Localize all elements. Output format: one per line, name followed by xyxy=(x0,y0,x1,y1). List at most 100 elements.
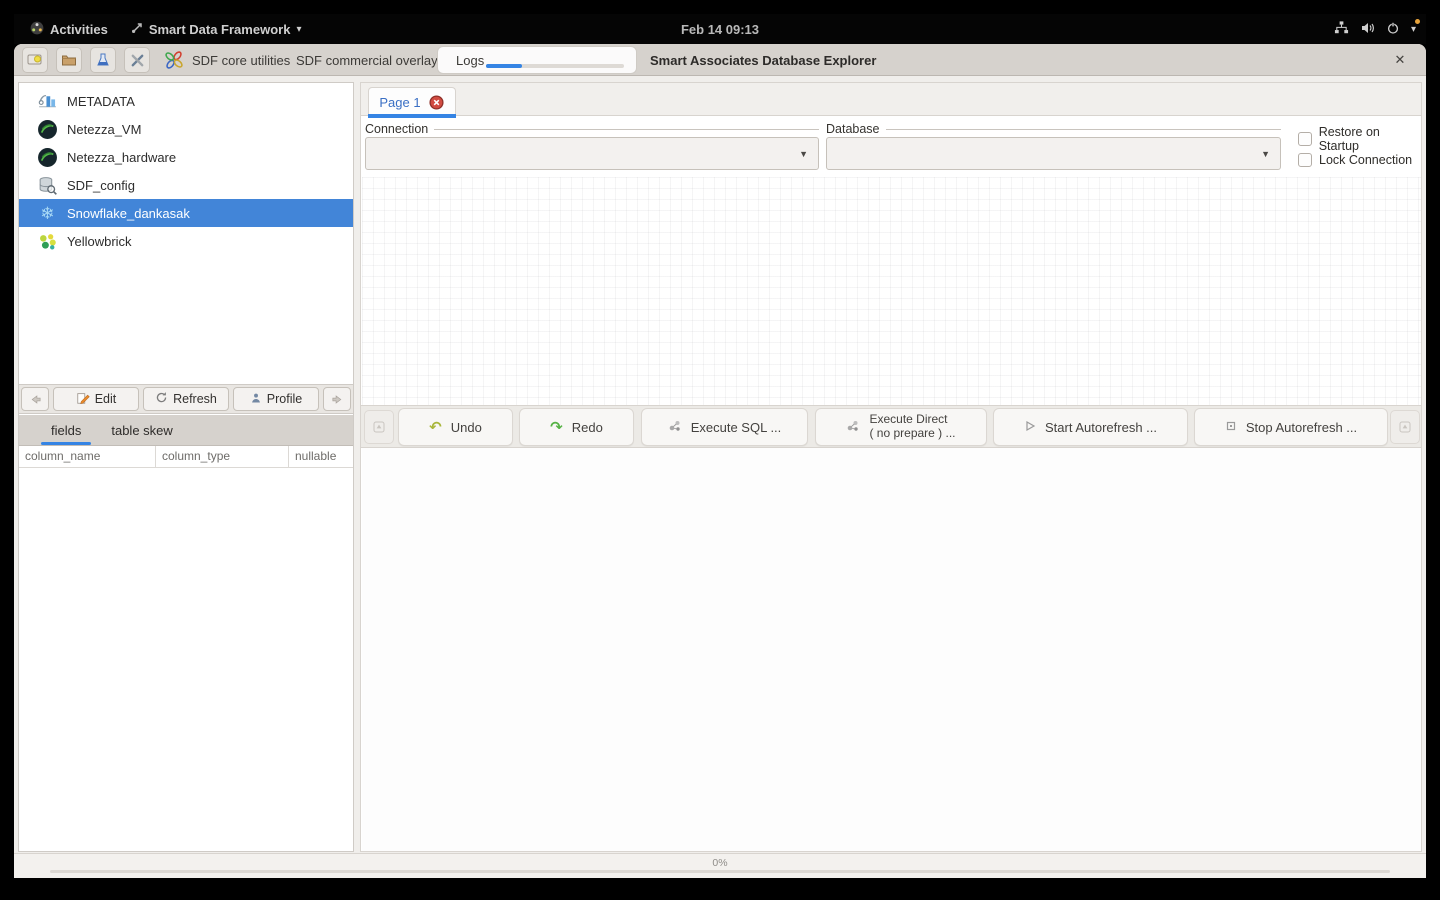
network-icon[interactable] xyxy=(1334,21,1349,37)
system-menu-caret-icon[interactable]: ▾ xyxy=(1411,24,1416,35)
execute-direct-button[interactable]: Execute Direct ( no prepare ) ... xyxy=(815,408,987,446)
redo-button[interactable]: ↷ Redo xyxy=(519,408,634,446)
database-select[interactable]: ▼ xyxy=(826,137,1281,170)
app-menu-label: Smart Data Framework xyxy=(148,21,291,37)
edit-button[interactable]: Edit xyxy=(53,387,139,411)
gnome-top-bar: Activities Smart Data Framework ▾ Feb 14… xyxy=(14,14,1426,44)
list-item-netezza-vm[interactable]: Netezza_VM xyxy=(19,115,353,143)
collapse-right-button[interactable] xyxy=(1390,410,1420,444)
query-grid-canvas[interactable] xyxy=(362,177,1421,405)
folder-icon[interactable] xyxy=(56,47,82,73)
tools-icon[interactable] xyxy=(124,47,150,73)
logs-button[interactable]: Logs xyxy=(437,46,637,74)
fields-table-header: column_name column_type nullable xyxy=(19,446,353,468)
menu-sdf-core-utilities[interactable]: SDF core utilities xyxy=(192,44,290,76)
window-title: Smart Associates Database Explorer xyxy=(650,52,877,68)
metadata-icon xyxy=(37,91,58,112)
connection-select[interactable]: ▼ xyxy=(365,137,819,170)
execute-icon xyxy=(846,419,860,436)
undo-button[interactable]: ↶ Undo xyxy=(398,408,513,446)
database-search-icon xyxy=(37,175,58,196)
start-autorefresh-label: Start Autorefresh ... xyxy=(1045,419,1157,435)
connections-panel: METADATA Netezza_VM Netezza_hardware SDF… xyxy=(18,82,354,852)
close-icon[interactable]: ✕ xyxy=(1388,44,1412,76)
profile-button[interactable]: Profile xyxy=(233,387,319,411)
screenshot-icon[interactable] xyxy=(22,47,48,73)
progress-percent-label: 0% xyxy=(712,857,728,869)
undo-icon: ↶ xyxy=(429,418,442,436)
action-button-strip: ↶ Undo ↷ Redo Execute SQL ... Execute Di… xyxy=(361,405,1421,448)
clock[interactable]: Feb 14 09:13 xyxy=(681,14,759,44)
query-panel: Page 1 Connection ▼ Database ▼ Restore o… xyxy=(360,82,1422,852)
play-icon xyxy=(1024,420,1036,435)
list-item-yellowbrick[interactable]: Yellowbrick xyxy=(19,227,353,255)
lock-connection-checkbox[interactable]: Lock Connection xyxy=(1298,153,1412,167)
column-header-name[interactable]: column_name xyxy=(19,446,156,467)
edit-pencil-icon xyxy=(76,391,90,408)
execute-direct-label-line2: ( no prepare ) ... xyxy=(869,426,956,440)
chevron-down-icon: ▼ xyxy=(1261,148,1270,159)
flask-icon[interactable] xyxy=(90,47,116,73)
menu-sdf-commercial-overlay[interactable]: SDF commercial overlay xyxy=(296,44,438,76)
execute-direct-label-line1: Execute Direct xyxy=(869,412,948,427)
refresh-button[interactable]: Refresh xyxy=(143,387,229,411)
netezza-icon xyxy=(37,119,58,140)
refresh-label: Refresh xyxy=(173,392,217,406)
app-menu-button[interactable]: Smart Data Framework ▾ xyxy=(123,14,310,44)
database-group: Database ▼ xyxy=(826,122,1281,171)
activities-button[interactable]: Activities xyxy=(22,14,116,44)
app-icon xyxy=(131,22,143,37)
netezza-icon xyxy=(37,147,58,168)
column-header-type[interactable]: column_type xyxy=(156,446,289,467)
volume-icon[interactable] xyxy=(1361,22,1375,37)
refresh-icon xyxy=(155,391,168,407)
database-label: Database xyxy=(826,122,1281,136)
logs-progress-fill xyxy=(486,64,522,68)
redo-label: Redo xyxy=(571,419,603,435)
status-bar: 0% xyxy=(14,853,1426,878)
execute-sql-button[interactable]: Execute SQL ... xyxy=(641,408,808,446)
list-item-netezza-hardware[interactable]: Netezza_hardware xyxy=(19,143,353,171)
power-icon[interactable] xyxy=(1387,22,1399,37)
snowflake-icon: ❄ xyxy=(40,203,55,223)
results-area[interactable] xyxy=(362,448,1421,851)
chevron-down-icon: ▼ xyxy=(799,148,808,159)
next-arrow-button[interactable] xyxy=(323,387,351,411)
chevron-down-icon: ▾ xyxy=(296,23,302,35)
restore-on-startup-label: Restore on Startup xyxy=(1318,125,1380,153)
connections-list: METADATA Netezza_VM Netezza_hardware SDF… xyxy=(19,83,353,255)
activities-label: Activities xyxy=(50,21,108,37)
connection-label: Connection xyxy=(365,122,819,136)
logs-progressbar xyxy=(486,64,624,68)
tab-close-icon[interactable] xyxy=(429,94,445,110)
execute-icon xyxy=(668,419,682,436)
profile-label: Profile xyxy=(266,392,303,406)
checkbox-icon xyxy=(1298,153,1312,167)
start-autorefresh-button[interactable]: Start Autorefresh ... xyxy=(993,408,1188,446)
undo-label: Undo xyxy=(450,419,482,435)
lock-connection-label: Lock Connection xyxy=(1319,153,1413,167)
checkbox-icon xyxy=(1298,132,1312,146)
prev-arrow-button[interactable] xyxy=(21,387,49,411)
sidebar-tabs: fields table skew xyxy=(19,415,353,446)
tab-page-1[interactable]: Page 1 xyxy=(368,87,456,118)
tab-table-skew[interactable]: table skew xyxy=(99,417,184,445)
restore-on-startup-checkbox[interactable]: Restore on Startup xyxy=(1298,125,1421,153)
window-toolbar: SDF core utilities SDF commercial overla… xyxy=(14,44,1426,76)
list-item-metadata[interactable]: METADATA xyxy=(19,87,353,115)
list-item-label: Yellowbrick xyxy=(67,233,132,249)
list-item-label: Netezza_VM xyxy=(67,121,142,137)
notification-dot xyxy=(1415,19,1420,24)
execute-sql-label: Execute SQL ... xyxy=(690,419,782,435)
list-item-sdf-config[interactable]: SDF_config xyxy=(19,171,353,199)
list-item-label: Netezza_hardware xyxy=(67,149,177,165)
list-item-snowflake-dankasak[interactable]: ❄ Snowflake_dankasak xyxy=(19,199,353,227)
collapse-left-button[interactable] xyxy=(364,410,394,444)
yellowbrick-icon xyxy=(37,231,58,252)
list-item-label: METADATA xyxy=(67,93,135,109)
tab-fields[interactable]: fields xyxy=(39,417,93,445)
column-header-nullable[interactable]: nullable xyxy=(289,446,353,467)
sidebar-button-row: Edit Refresh Profile xyxy=(19,384,353,414)
stop-autorefresh-button[interactable]: Stop Autorefresh ... xyxy=(1194,408,1388,446)
person-icon xyxy=(250,392,262,407)
